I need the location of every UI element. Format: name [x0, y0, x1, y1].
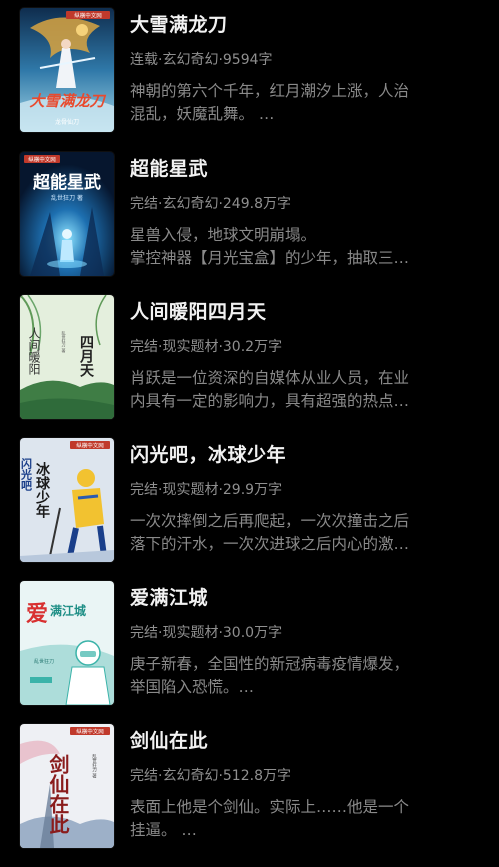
cover-title-6: 剑仙在此 [46, 753, 70, 834]
book-desc-6: 表面上他是个剑仙。实际上……他是一个 挂逼。 … [130, 796, 470, 842]
glowing-figure-cover-art: 纵横中文网 超能星武 乱世狂刀 著 [20, 152, 114, 276]
book-desc-line: 神朝的第六个千年，红月潮汐上涨，人治 [130, 82, 410, 100]
book-title-3[interactable]: 人间暖阳四月天 [130, 297, 267, 324]
book-desc-line: 挂逼。 … [130, 821, 197, 839]
book-item-1[interactable]: 纵横中文网 大雪满龙刀 龙骨仙刀 大雪满龙刀 连载·玄幻奇幻·9594字 神朝的… [0, 0, 499, 132]
book-desc-line: 掌控神器【月光宝盒】的少年，抽取三… [130, 249, 410, 267]
book-item-2[interactable]: 纵横中文网 超能星武 乱世狂刀 著 超能星武 完结·玄幻奇幻·249.8万字 星… [0, 144, 499, 276]
book-desc-line: 内具有一定的影响力，具有超强的热点… [130, 392, 410, 410]
cover-publisher-4: 纵横中文网 [76, 442, 104, 450]
book-item-4[interactable]: 纵横中文网 闪光吧 冰球少年 闪光吧，冰球少年 完结·现实题材·29.9万字 一… [0, 430, 499, 562]
dragon-swordsman-cover-art: 纵横中文网 大雪满龙刀 龙骨仙刀 [20, 8, 114, 132]
medical-worker-cover-art: 爱 满江城 乱世狂刀 [20, 581, 114, 705]
book-desc-5: 庚子新春，全国性的新冠病毒疫情爆发， 举国陷入恐慌。… [130, 653, 470, 699]
book-item-3[interactable]: 人间暖阳 四月天 乱世狂刀 著 人间暖阳四月天 完结·现实题材·30.2万字 肖… [0, 287, 499, 419]
book-meta-3: 完结·现实题材·30.2万字 [130, 339, 283, 355]
cover-author-6: 乱世狂刀 著 [92, 753, 97, 779]
willow-landscape-cover-art: 人间暖阳 四月天 乱世狂刀 著 [20, 295, 114, 419]
book-desc-line: 庚子新春，全国性的新冠病毒疫情爆发， [130, 655, 410, 673]
book-cover-6[interactable]: 纵横中文网 剑仙在此 乱世狂刀 著 [20, 724, 114, 848]
cover-author-2: 乱世狂刀 著 [51, 194, 83, 202]
cover-author-3: 乱世狂刀 著 [62, 330, 67, 353]
book-cover-5[interactable]: 爱 满江城 乱世狂刀 [20, 581, 114, 705]
book-title-2[interactable]: 超能星武 [130, 154, 208, 181]
cover-title-5b: 满江城 [50, 603, 86, 618]
sword-immortal-cover-art: 纵横中文网 剑仙在此 乱世狂刀 著 [20, 724, 114, 848]
book-item-5[interactable]: 爱 满江城 乱世狂刀 爱满江城 完结·现实题材·30.0万字 庚子新春，全国性的… [0, 573, 499, 705]
cover-title-2: 超能星武 [33, 172, 101, 193]
book-meta-6: 完结·玄幻奇幻·512.8万字 [130, 768, 291, 784]
cover-author-1: 龙骨仙刀 [55, 118, 79, 126]
book-title-5[interactable]: 爱满江城 [130, 583, 208, 610]
cover-author-5: 乱世狂刀 [34, 658, 54, 665]
book-cover-1[interactable]: 纵横中文网 大雪满龙刀 龙骨仙刀 [20, 8, 114, 132]
book-desc-line: 混乱，妖魔乱舞。 … [130, 105, 275, 123]
book-desc-2: 星兽入侵，地球文明崩塌。 掌控神器【月光宝盒】的少年，抽取三… [130, 224, 470, 270]
book-desc-1: 神朝的第六个千年，红月潮汐上涨，人治 混乱，妖魔乱舞。 … [130, 80, 470, 126]
book-meta-4: 完结·现实题材·29.9万字 [130, 482, 283, 498]
book-desc-3: 肖跃是一位资深的自媒体从业人员，在业 内具有一定的影响力，具有超强的热点… [130, 367, 470, 413]
book-desc-line: 落下的汗水，一次次进球之后内心的激… [130, 535, 410, 553]
book-desc-line: 表面上他是个剑仙。实际上……他是一个 [130, 798, 410, 816]
cover-title-3a: 人间暖阳 [27, 327, 41, 375]
cover-title-4a: 闪光吧 [20, 457, 33, 492]
book-item-6[interactable]: 纵横中文网 剑仙在此 乱世狂刀 著 剑仙在此 完结·玄幻奇幻·512.8万字 表… [0, 716, 499, 848]
book-desc-line: 星兽入侵，地球文明崩塌。 [130, 226, 317, 244]
book-title-1[interactable]: 大雪满龙刀 [130, 10, 228, 37]
book-cover-4[interactable]: 纵横中文网 闪光吧 冰球少年 [20, 438, 114, 562]
cover-title-5a: 爱 [26, 602, 48, 627]
book-desc-line: 一次次摔倒之后再爬起，一次次撞击之后 [130, 512, 410, 530]
book-desc-line: 举国陷入恐慌。… [130, 678, 255, 696]
book-title-6[interactable]: 剑仙在此 [130, 726, 208, 753]
cover-title-1: 大雪满龙刀 [29, 92, 106, 110]
cover-title-4b: 冰球少年 [34, 461, 51, 519]
book-cover-2[interactable]: 纵横中文网 超能星武 乱世狂刀 著 [20, 152, 114, 276]
book-list: 纵横中文网 大雪满龙刀 龙骨仙刀 大雪满龙刀 连载·玄幻奇幻·9594字 神朝的… [0, 0, 499, 867]
cover-publisher-6: 纵横中文网 [76, 728, 104, 736]
hockey-player-cover-art: 纵横中文网 闪光吧 冰球少年 [20, 438, 114, 562]
book-meta-5: 完结·现实题材·30.0万字 [130, 625, 283, 641]
book-meta-1: 连载·玄幻奇幻·9594字 [130, 52, 273, 68]
book-meta-2: 完结·玄幻奇幻·249.8万字 [130, 196, 291, 212]
cover-publisher-2: 纵横中文网 [28, 156, 56, 164]
book-title-4[interactable]: 闪光吧，冰球少年 [130, 440, 286, 467]
cover-publisher-1: 纵横中文网 [74, 12, 102, 20]
book-desc-4: 一次次摔倒之后再爬起，一次次撞击之后 落下的汗水，一次次进球之后内心的激… [130, 510, 470, 556]
cover-title-3b: 四月天 [78, 335, 95, 378]
book-desc-line: 肖跃是一位资深的自媒体从业人员，在业 [130, 369, 410, 387]
book-cover-3[interactable]: 人间暖阳 四月天 乱世狂刀 著 [20, 295, 114, 419]
